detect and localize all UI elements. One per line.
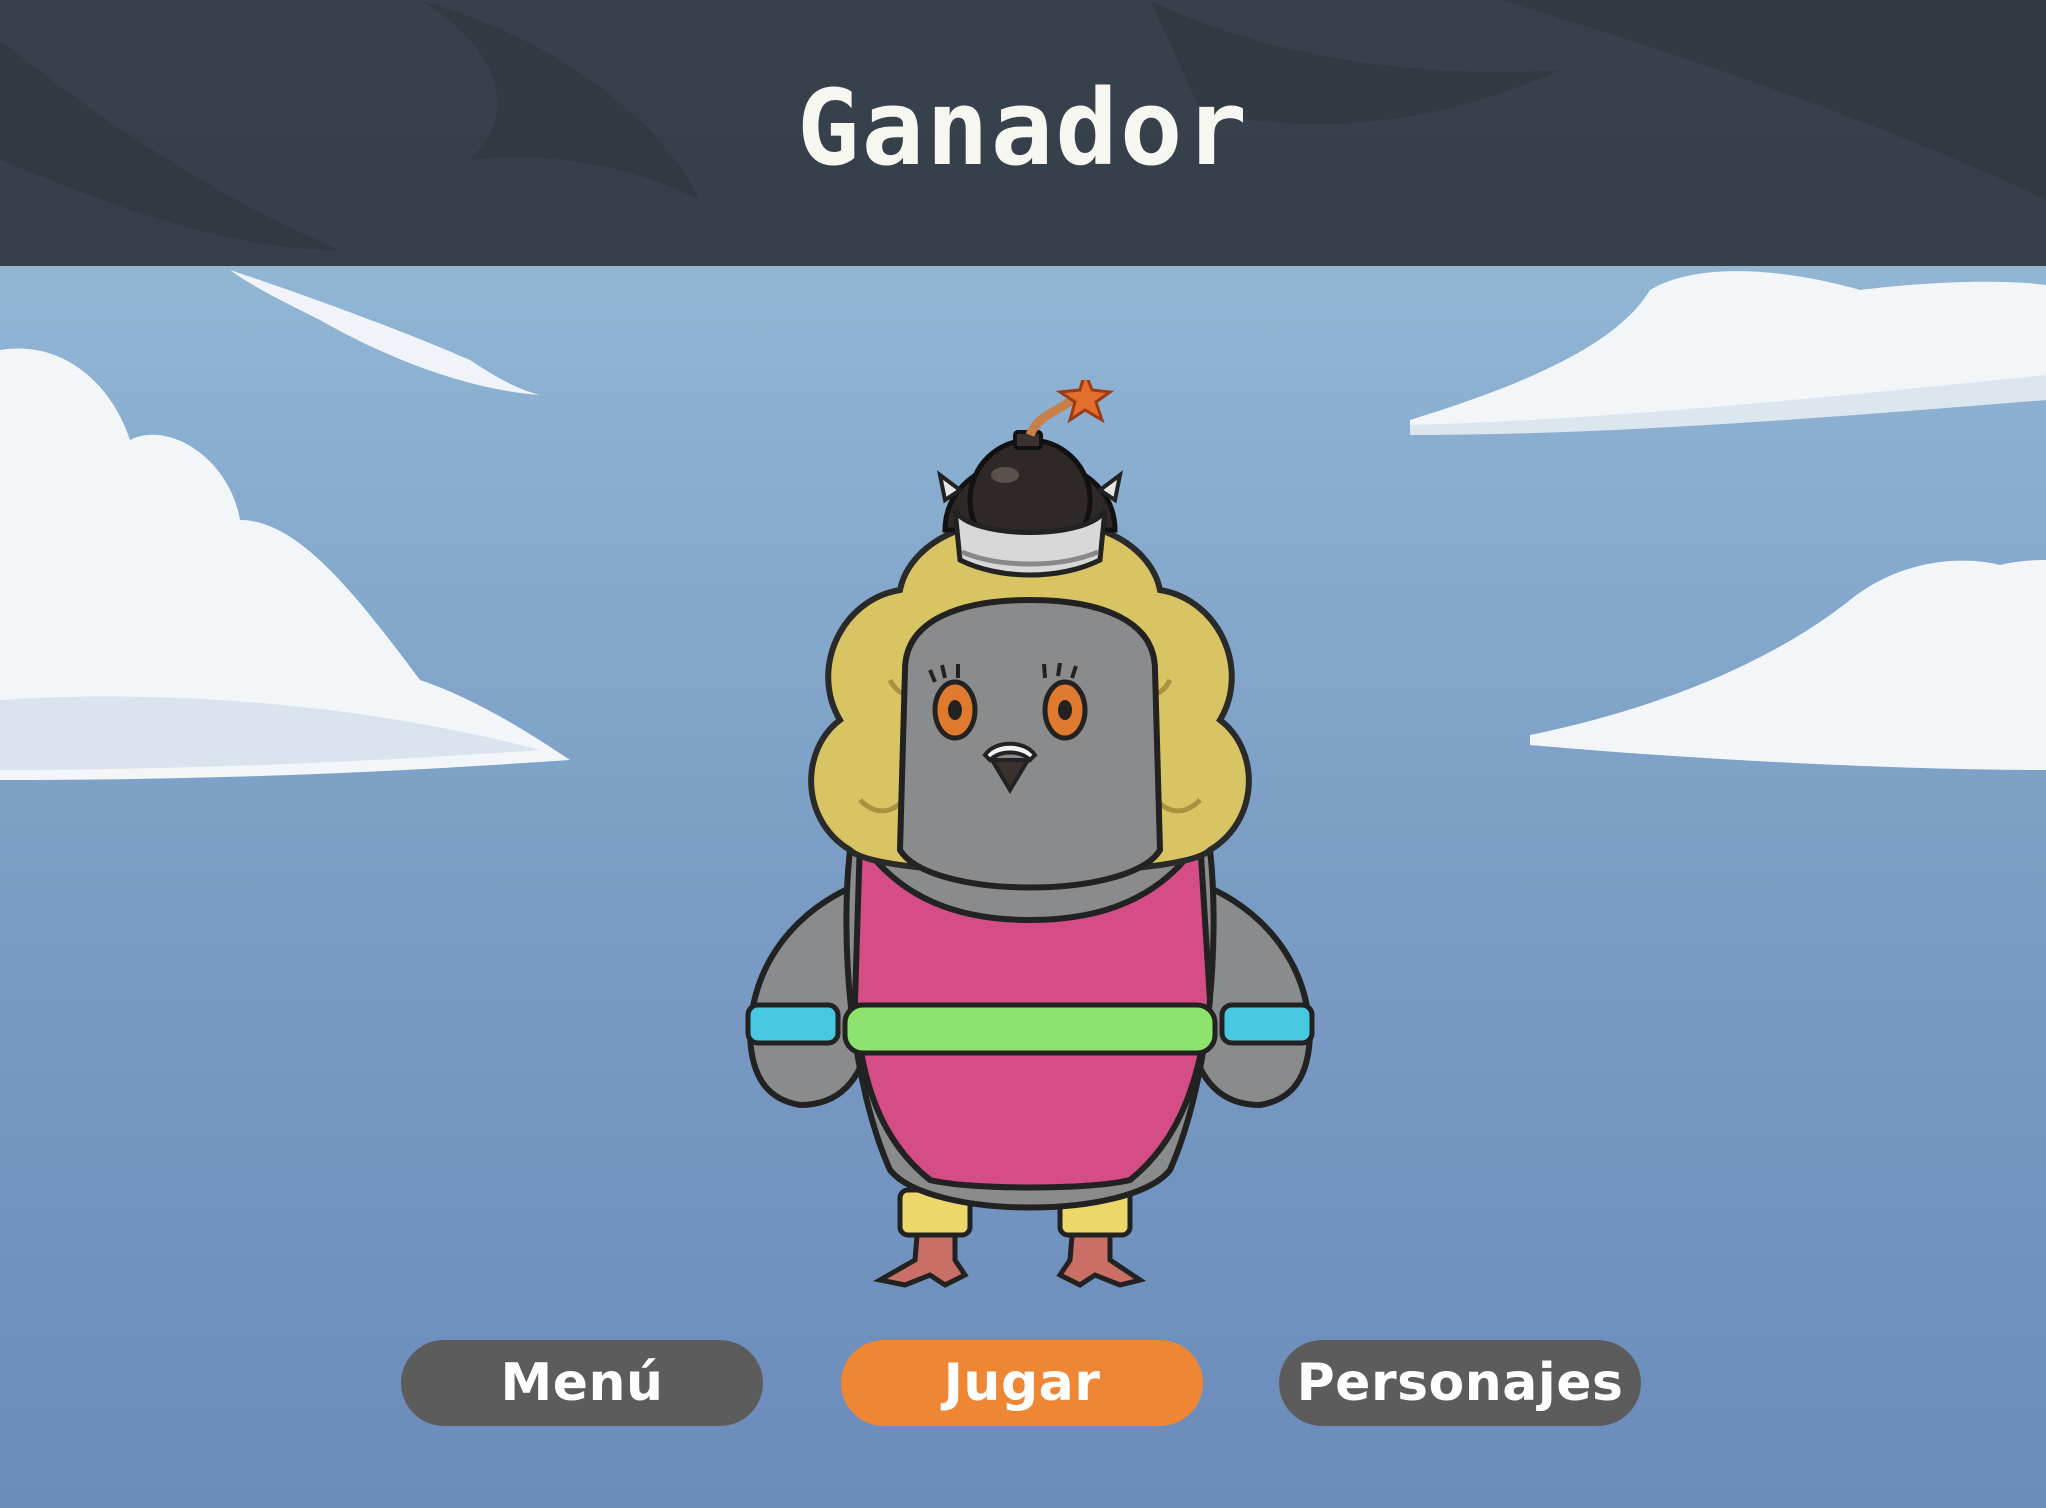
cloud-upper-right: [1410, 271, 2046, 435]
character-face: [896, 596, 1164, 891]
bomb-crown-icon: [937, 380, 1123, 578]
cloud-upper-left: [230, 270, 540, 395]
winner-title: Ganador: [796, 67, 1250, 189]
top-banner: Ganador: [0, 0, 2046, 266]
characters-button[interactable]: Personajes: [1279, 1340, 1641, 1426]
cloud-right: [1530, 560, 2046, 770]
game-screen: Ganador Menú Jugar Personajes: [0, 0, 2046, 1508]
cloud-left: [0, 348, 570, 780]
action-button-row: Menú Jugar Personajes: [0, 1340, 2046, 1430]
play-button[interactable]: Jugar: [841, 1340, 1203, 1426]
character-body: [842, 830, 1218, 1211]
menu-button[interactable]: Menú: [401, 1340, 763, 1426]
pigeon-character-icon: [745, 380, 1315, 1288]
